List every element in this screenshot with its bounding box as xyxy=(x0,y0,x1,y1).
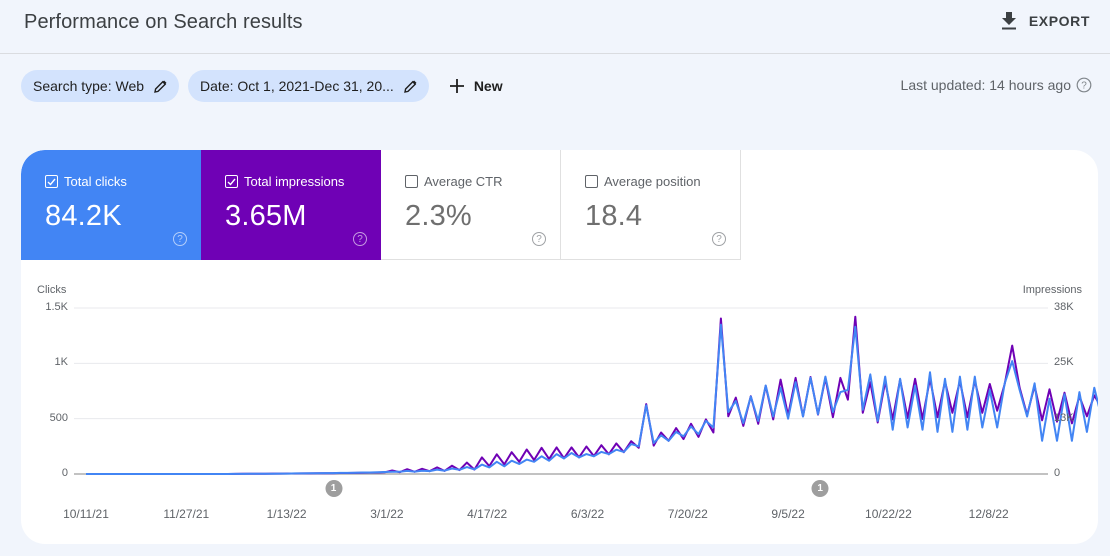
annotation-marker[interactable]: 1 xyxy=(325,480,343,497)
chip-label: Search type: Web xyxy=(33,78,145,94)
edit-pencil-icon xyxy=(154,80,167,93)
left-y-tick: 0 xyxy=(61,467,68,479)
x-tick-label: 1/13/22 xyxy=(266,507,307,521)
right-axis-title: Impressions xyxy=(1022,284,1082,296)
svg-text:?: ? xyxy=(1081,81,1087,92)
checkbox-checked-icon[interactable] xyxy=(225,175,238,188)
performance-chart: Clicks Impressions 0 500 1K 1.5K 0 13K 25K 38K… xyxy=(21,260,1098,544)
new-filter-label: New xyxy=(473,78,503,94)
x-tick-label: 4/17/22 xyxy=(467,507,508,521)
new-filter-button[interactable]: New xyxy=(440,70,513,102)
series-line-clicks[interactable] xyxy=(86,310,1098,475)
help-icon[interactable]: ? xyxy=(353,232,367,246)
help-icon[interactable]: ? xyxy=(1076,77,1092,93)
edit-pencil-icon xyxy=(403,80,417,93)
performance-card: Total clicks 84.2K ? Total impressions 3… xyxy=(21,150,1098,544)
x-tick-label: 6/3/22 xyxy=(570,507,605,521)
page-title: Performance on Search results xyxy=(24,11,303,33)
filter-bar: Search type: Web Date: Oct 1, 2021-Dec 3… xyxy=(21,70,513,102)
help-icon[interactable]: ? xyxy=(532,232,546,246)
metric-total-impressions[interactable]: Total impressions 3.65M ? xyxy=(201,150,381,260)
x-tick-label: 11/27/21 xyxy=(163,507,210,521)
checkbox-checked-icon[interactable] xyxy=(45,175,58,188)
metric-tiles: Total clicks 84.2K ? Total impressions 3… xyxy=(21,150,741,260)
export-button[interactable]: EXPORT xyxy=(1001,10,1090,32)
help-icon[interactable]: ? xyxy=(712,232,726,246)
export-label: EXPORT xyxy=(1028,13,1090,29)
metric-average-position[interactable]: Average position 18.4 ? xyxy=(561,150,741,260)
x-tick-label: 10/22/22 xyxy=(865,507,912,521)
x-tick-label: 9/5/22 xyxy=(771,507,805,521)
checkbox-unchecked-icon[interactable] xyxy=(585,175,598,188)
metric-label: Average position xyxy=(604,174,701,189)
search-type-filter-chip[interactable]: Search type: Web xyxy=(21,70,180,102)
last-updated: Last updated: 14 hours ago ? xyxy=(901,77,1092,93)
right-y-tick: 13K xyxy=(1054,411,1074,424)
last-updated-text: Last updated: 14 hours ago xyxy=(900,77,1071,93)
left-y-tick: 500 xyxy=(49,411,68,424)
metric-value: 18.4 xyxy=(585,200,643,232)
left-y-tick: 1K xyxy=(54,356,68,369)
metric-label: Average CTR xyxy=(424,174,503,189)
right-y-tick: 0 xyxy=(1054,467,1061,479)
left-y-tick: 1.5K xyxy=(45,301,68,313)
metric-label: Total impressions xyxy=(244,174,345,189)
right-y-tick: 25K xyxy=(1054,356,1074,369)
help-icon[interactable]: ? xyxy=(173,232,187,246)
x-tick-label: 7/20/22 xyxy=(667,507,708,521)
x-tick-label: 3/1/22 xyxy=(370,507,404,521)
left-axis-title: Clicks xyxy=(37,284,67,296)
chart-svg xyxy=(74,307,1098,475)
metric-value: 2.3% xyxy=(405,200,472,232)
download-icon xyxy=(1001,12,1016,30)
date-filter-chip[interactable]: Date: Oct 1, 2021-Dec 31, 20... xyxy=(188,70,429,102)
metric-value: 84.2K xyxy=(45,200,122,232)
metric-total-clicks[interactable]: Total clicks 84.2K ? xyxy=(21,150,201,260)
checkbox-unchecked-icon[interactable] xyxy=(405,175,418,188)
metric-value: 3.65M xyxy=(225,200,307,232)
series-line-impressions[interactable] xyxy=(86,315,1098,475)
x-tick-label: 10/11/21 xyxy=(63,507,109,521)
right-y-tick: 38K xyxy=(1054,301,1074,313)
x-tick-label: 12/8/22 xyxy=(968,507,1009,521)
annotation-marker[interactable]: 1 xyxy=(811,480,829,497)
chip-label: Date: Oct 1, 2021-Dec 31, 20... xyxy=(200,78,394,94)
metric-label: Total clicks xyxy=(64,174,127,189)
plus-icon xyxy=(449,79,464,93)
page-header: Performance on Search results EXPORT xyxy=(0,0,1110,54)
metric-average-ctr[interactable]: Average CTR 2.3% ? xyxy=(381,150,561,260)
